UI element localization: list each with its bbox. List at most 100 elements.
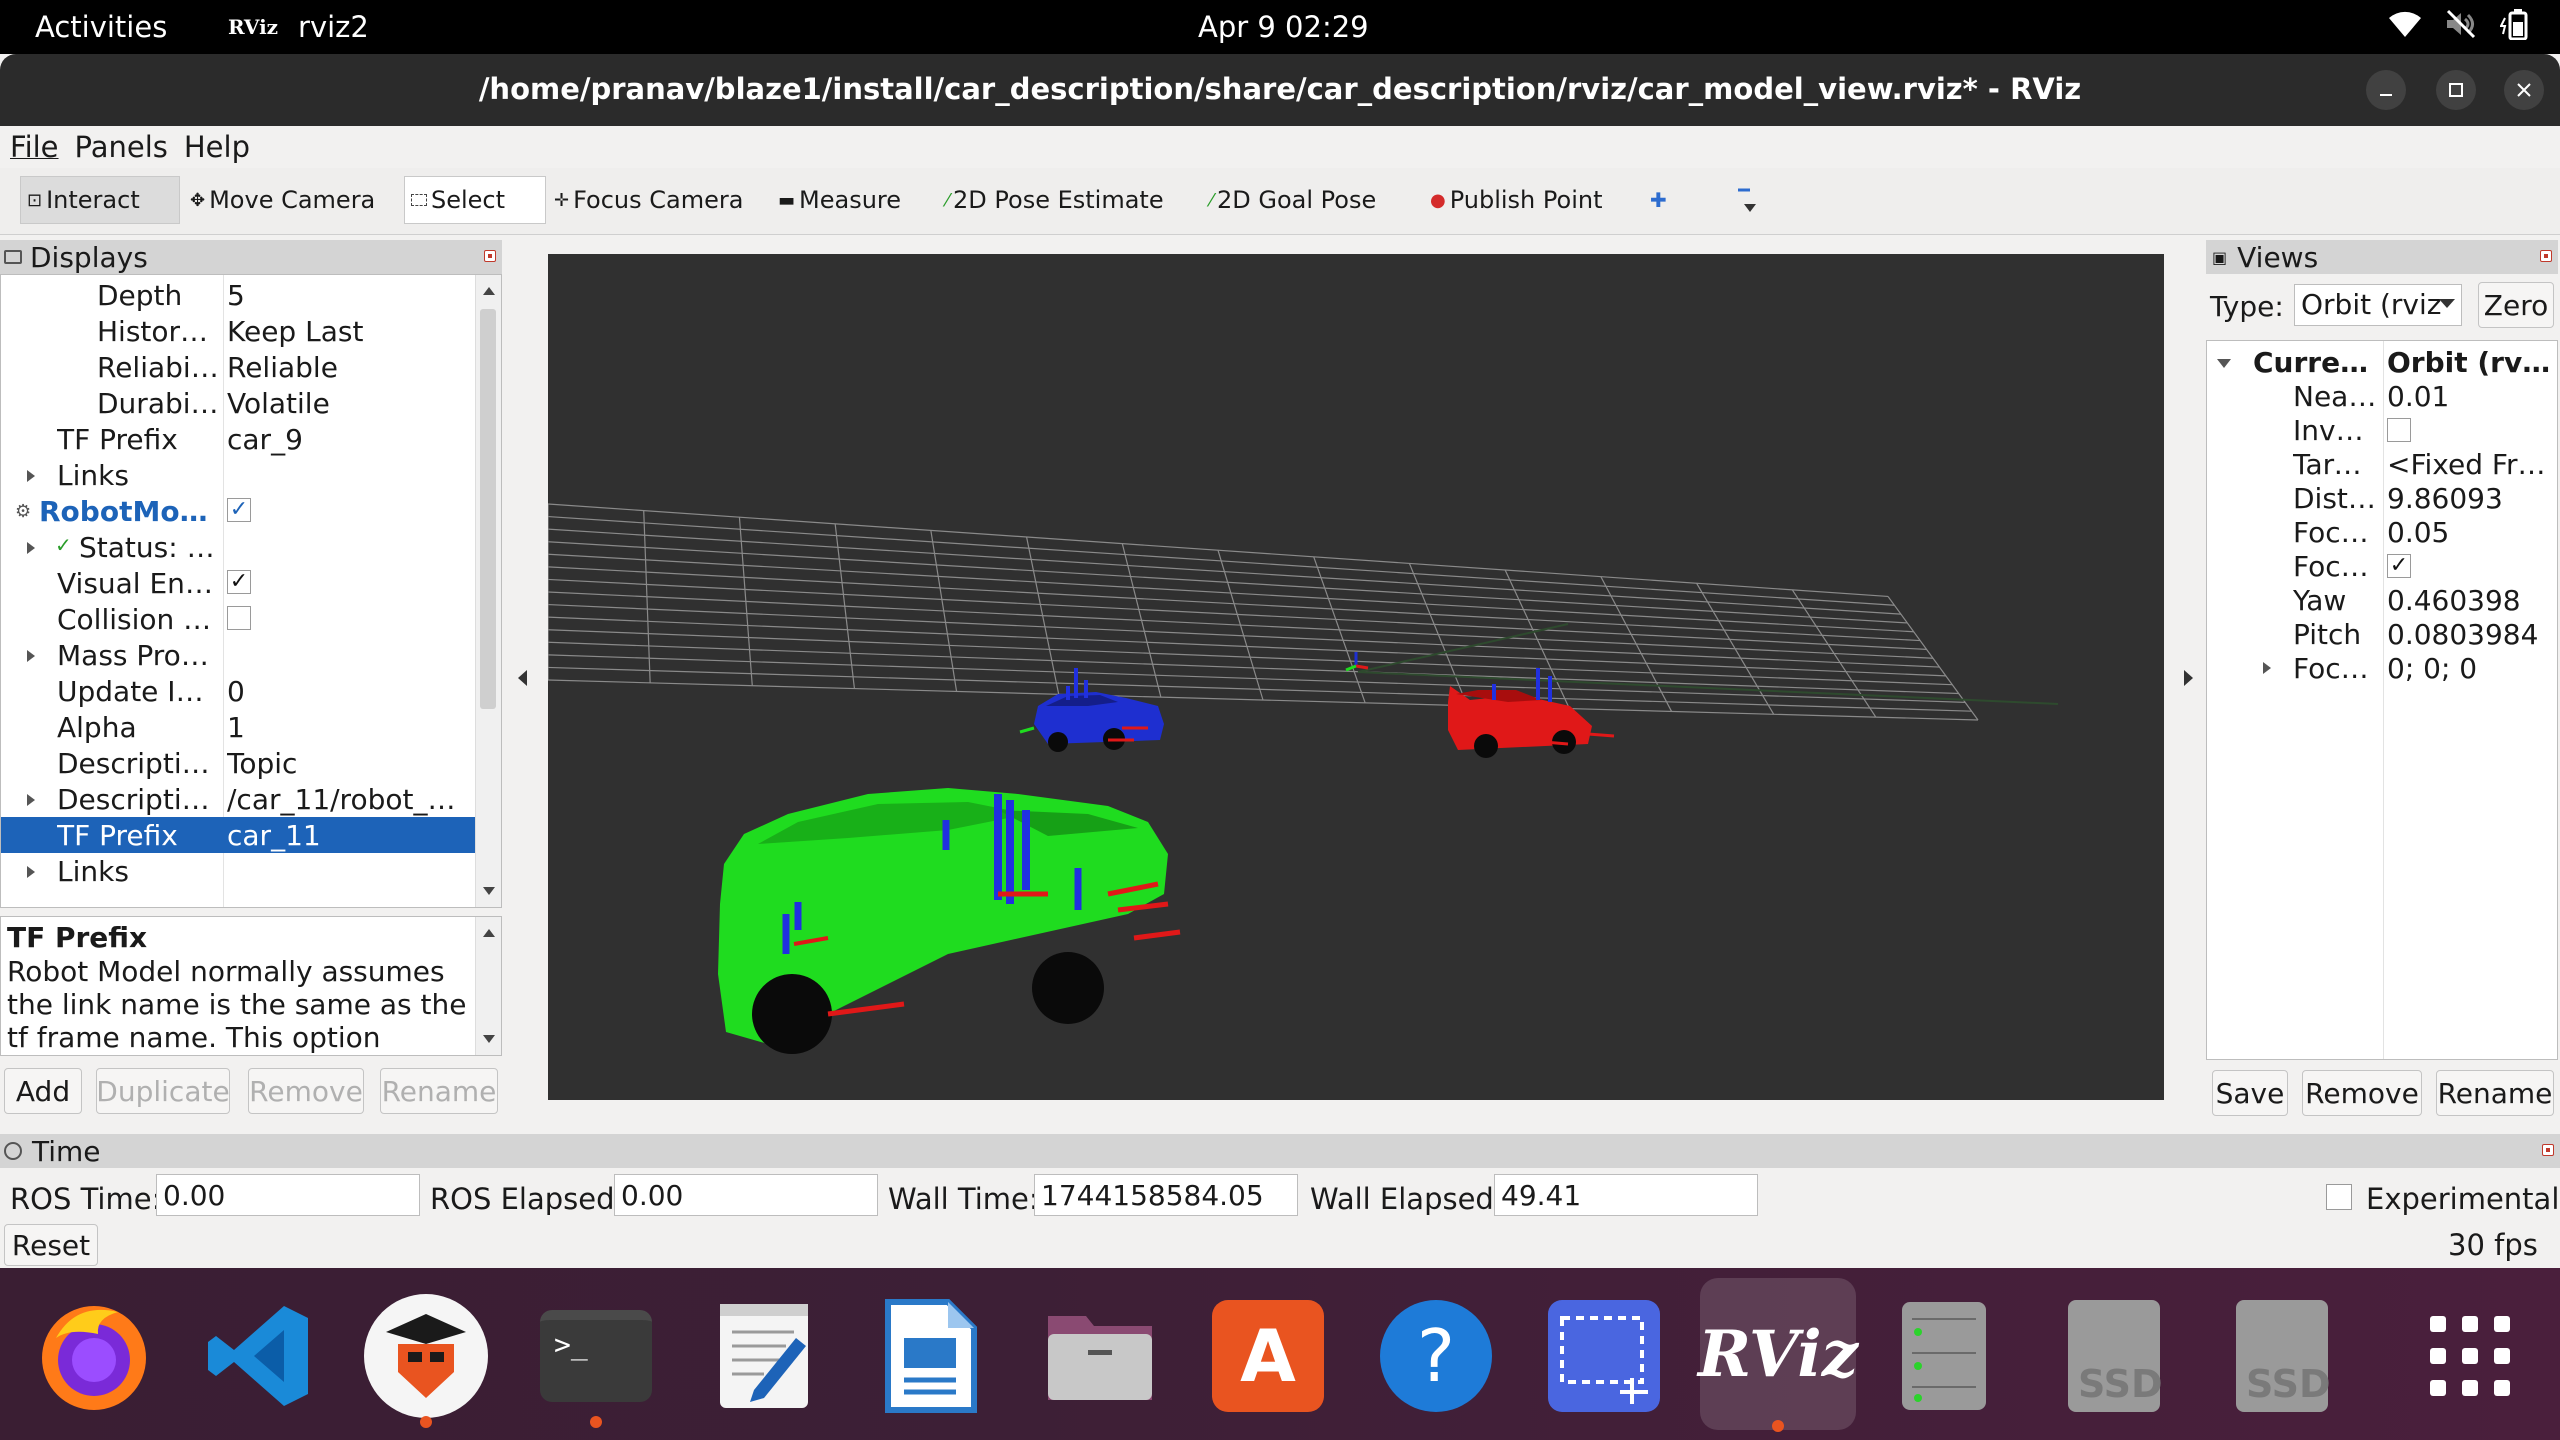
displays-panel-header[interactable]: Displays xyxy=(0,240,502,274)
tree-row[interactable]: TF Prefix car_9 xyxy=(1,421,475,457)
publish-point-tool[interactable]: ● Publish Point xyxy=(1424,176,1608,224)
tree-row[interactable]: Collision E… xyxy=(1,601,475,637)
dock-firefox[interactable] xyxy=(28,1290,160,1422)
visual-enabled-checkbox[interactable]: ✓ xyxy=(227,570,251,594)
focus-camera-tool[interactable]: ✛ Focus Camera xyxy=(548,176,749,224)
collapse-left-icon[interactable] xyxy=(518,670,527,686)
tree-row[interactable]: Update In… 0 xyxy=(1,673,475,709)
dock-ssd-drive[interactable]: SSD xyxy=(2216,1290,2348,1422)
expand-arrow-icon[interactable] xyxy=(27,650,35,662)
add-display-button[interactable]: Add xyxy=(4,1068,82,1114)
ros-elapsed-field[interactable]: 0.00 xyxy=(614,1174,878,1216)
displays-scrollbar[interactable] xyxy=(475,275,501,907)
dock-help[interactable]: ? xyxy=(1370,1290,1502,1422)
dock-ssd-drive[interactable]: SSD xyxy=(2048,1290,2180,1422)
move-camera-tool[interactable]: ✥ Move Camera xyxy=(184,176,381,224)
dock-screenshot[interactable] xyxy=(1538,1290,1670,1422)
zero-view-button[interactable]: Zero xyxy=(2478,282,2554,328)
collapse-arrow-icon[interactable] xyxy=(2217,359,2231,368)
reset-button[interactable]: Reset xyxy=(4,1224,98,1266)
expand-arrow-icon[interactable] xyxy=(27,542,35,554)
tree-row[interactable]: Inve… xyxy=(2207,413,2557,447)
expand-arrow-icon[interactable] xyxy=(2263,662,2271,674)
experimental-checkbox[interactable] xyxy=(2326,1184,2352,1210)
tree-row[interactable]: Depth 5 xyxy=(1,277,475,313)
tree-row[interactable]: Durabi… Volatile xyxy=(1,385,475,421)
dock-show-apps[interactable] xyxy=(2404,1290,2536,1422)
panel-close-icon[interactable] xyxy=(2542,1144,2554,1156)
menu-file[interactable]: File xyxy=(0,130,65,164)
tree-row[interactable]: Foc… 0.05 xyxy=(2207,515,2557,549)
clock[interactable]: Apr 9 02:29 xyxy=(1198,10,1369,44)
scroll-up-icon[interactable] xyxy=(483,287,495,295)
close-button[interactable] xyxy=(2504,70,2544,110)
tree-row[interactable]: Links xyxy=(1,457,475,493)
robotmodel-enabled-checkbox[interactable]: ✓ xyxy=(227,498,251,522)
tree-row[interactable]: Histor… Keep Last xyxy=(1,313,475,349)
dock-libreoffice-writer[interactable] xyxy=(864,1290,996,1422)
dock-text-editor[interactable] xyxy=(698,1290,830,1422)
tree-row[interactable]: Nea… 0.01 xyxy=(2207,379,2557,413)
tree-row[interactable]: Dist… 9.86093 xyxy=(2207,481,2557,515)
activities-button[interactable]: Activities xyxy=(35,10,167,44)
expand-arrow-icon[interactable] xyxy=(27,866,35,878)
expand-arrow-icon[interactable] xyxy=(27,794,35,806)
dock-app-center[interactable]: A xyxy=(1202,1290,1334,1422)
window-titlebar[interactable]: /home/pranav/blaze1/install/car_descript… xyxy=(0,54,2560,126)
focal-shape-checkbox[interactable]: ✓ xyxy=(2387,554,2411,578)
tree-row[interactable]: Visual Ena… ✓ xyxy=(1,565,475,601)
wall-time-field[interactable]: 1744158584.05 xyxy=(1034,1174,1298,1216)
expand-arrow-icon[interactable] xyxy=(27,470,35,482)
wall-elapsed-field[interactable]: 49.41 xyxy=(1494,1174,1758,1216)
minimize-button[interactable] xyxy=(2366,70,2406,110)
current-view-row[interactable]: Curren… Orbit (rviz) xyxy=(2207,345,2557,379)
tree-row[interactable]: Targ… <Fixed Fra… xyxy=(2207,447,2557,481)
ros-time-field[interactable]: 0.00 xyxy=(156,1174,420,1216)
rename-display-button[interactable]: Rename xyxy=(380,1068,498,1114)
app-indicator[interactable]: RViz rviz2 xyxy=(228,10,369,44)
invert-z-checkbox[interactable] xyxy=(2387,418,2411,442)
goal-pose-tool[interactable]: ⁄ 2D Goal Pose xyxy=(1204,176,1382,224)
panel-close-icon[interactable] xyxy=(484,250,496,262)
dock-disks[interactable] xyxy=(1878,1290,2010,1422)
remove-view-button[interactable]: Remove xyxy=(2302,1070,2422,1116)
tree-row-selected[interactable]: TF Prefix car_11 xyxy=(1,817,475,853)
tree-row[interactable]: Descriptio…/car_11/robot_d… xyxy=(1,781,475,817)
measure-tool[interactable]: ▬ Measure xyxy=(772,176,907,224)
scroll-down-icon[interactable] xyxy=(483,887,495,895)
add-tool-button[interactable]: ✚ xyxy=(1644,176,1673,224)
tree-row[interactable]: Yaw 0.460398 xyxy=(2207,583,2557,617)
tree-row[interactable]: Descriptio… Topic xyxy=(1,745,475,781)
tree-row[interactable]: ✓ Status: Ok xyxy=(1,529,475,565)
tree-row[interactable]: Links xyxy=(1,853,475,889)
tree-row[interactable]: Mass Pro… xyxy=(1,637,475,673)
maximize-button[interactable] xyxy=(2436,70,2476,110)
duplicate-display-button[interactable]: Duplicate xyxy=(96,1068,230,1114)
dock-vscode[interactable] xyxy=(194,1290,326,1422)
panel-close-icon[interactable] xyxy=(2540,250,2552,262)
time-panel-header[interactable]: Time xyxy=(0,1134,2560,1168)
tree-row[interactable]: Reliabi… Reliable xyxy=(1,349,475,385)
collision-enabled-checkbox[interactable] xyxy=(227,606,251,630)
displays-tree[interactable]: Depth 5 Histor… Keep Last Reliabi… Reliable… xyxy=(0,274,502,908)
3d-render-view[interactable] xyxy=(548,254,2164,1100)
scroll-thumb[interactable] xyxy=(480,309,496,709)
rename-view-button[interactable]: Rename xyxy=(2436,1070,2554,1116)
view-type-select[interactable]: Orbit (rviz xyxy=(2294,284,2462,326)
dock-rviz[interactable]: RViz xyxy=(1698,1278,1858,1432)
select-tool[interactable]: Select xyxy=(404,176,546,224)
dock-terminal[interactable]: >_ xyxy=(530,1290,662,1428)
tree-row[interactable]: Pitch 0.0803984 xyxy=(2207,617,2557,651)
views-panel-header[interactable]: ▣ Views xyxy=(2206,240,2558,274)
remove-tool-button[interactable] xyxy=(1730,176,1766,224)
pose-estimate-tool[interactable]: ⁄ 2D Pose Estimate xyxy=(940,176,1170,224)
menu-help[interactable]: Help xyxy=(174,130,256,164)
tree-row[interactable]: Foc… ✓ xyxy=(2207,549,2557,583)
render-canvas[interactable] xyxy=(548,254,2164,1100)
scroll-up-icon[interactable] xyxy=(483,929,495,937)
menu-panels[interactable]: Panels xyxy=(65,130,174,164)
tree-row[interactable]: Foc… 0; 0; 0 xyxy=(2207,651,2557,685)
interact-tool[interactable]: ⊡ Interact xyxy=(20,176,180,224)
scroll-down-icon[interactable] xyxy=(483,1035,495,1043)
collapse-right-icon[interactable] xyxy=(2184,670,2193,686)
